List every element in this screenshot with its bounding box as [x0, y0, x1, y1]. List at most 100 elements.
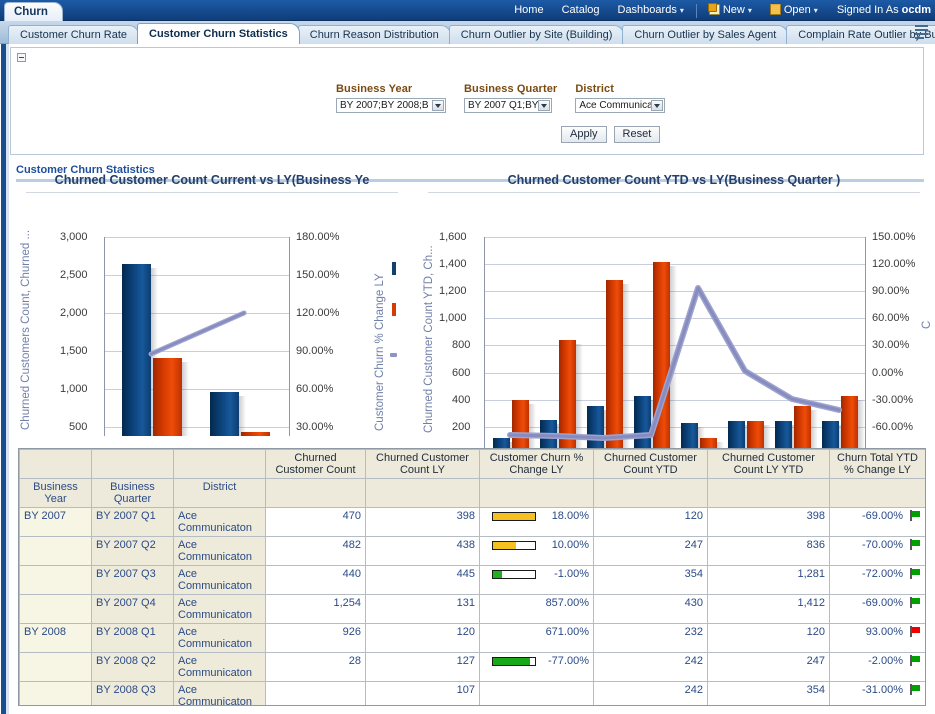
table-header-row-top: Churned Customer Count Churned Customer … [20, 450, 926, 479]
table-body: BY 2007BY 2007 Q1Ace Communicaton4703981… [20, 508, 926, 707]
cell-district[interactable]: Ace Communicaton [174, 682, 266, 707]
chevron-down-icon[interactable] [538, 100, 550, 111]
signed-in-user[interactable]: ocdm [902, 4, 931, 16]
cell-district[interactable]: Ace Communicaton [174, 624, 266, 653]
cell-business-year[interactable] [20, 653, 92, 682]
cell-customer-churn-pct-change-ly: 857.00% [480, 595, 594, 624]
cell-churned-customer-count: 440 [266, 566, 366, 595]
th-business-year[interactable]: Business Year [20, 479, 92, 508]
chart-right-y2-axis-title: C [921, 311, 933, 329]
th-churned-customer-count-ly-ytd[interactable]: Churned Customer Count LY YTD [708, 450, 830, 479]
y2-tick: 120.00% [296, 307, 339, 319]
cell-business-quarter[interactable]: BY 2008 Q2 [92, 653, 174, 682]
app-title-tab[interactable]: Churn [4, 2, 63, 21]
cell-district[interactable]: Ace Communicaton [174, 508, 266, 537]
table-row[interactable]: BY 2007 Q4Ace Communicaton1,254131857.00… [20, 595, 926, 624]
y-tick: 1,200 [439, 285, 467, 297]
nav-home[interactable]: Home [505, 0, 552, 21]
cell-business-year[interactable]: BY 2007 [20, 508, 92, 537]
nav-open[interactable]: Open▾ [761, 0, 827, 21]
filter-controls: Business Year BY 2007;BY 2008;B Business… [336, 83, 665, 113]
y2-tick: 150.00% [296, 269, 339, 281]
cell-business-year[interactable]: BY 2008 [20, 624, 92, 653]
cell-churned-customer-count-ly-ytd: 1,281 [708, 566, 830, 595]
dashboard-tab-strip: Customer Churn Rate Customer Churn Stati… [0, 21, 935, 44]
cell-business-year[interactable] [20, 682, 92, 707]
tab-churn-outlier-by-sales-agent[interactable]: Churn Outlier by Sales Agent [622, 25, 788, 44]
th-churned-customer-count-ly[interactable]: Churned Customer Count LY [366, 450, 480, 479]
cell-churned-customer-count-ytd: 120 [594, 508, 708, 537]
cell-churned-customer-count-ly: 131 [366, 595, 480, 624]
district-select[interactable]: Ace Communica [575, 98, 665, 113]
y-tick: 2,000 [60, 307, 88, 319]
tab-churn-reason-distribution[interactable]: Churn Reason Distribution [298, 25, 451, 44]
table-row[interactable]: BY 2008 Q3Ace Communicaton107242354-31.0… [20, 682, 926, 707]
churn-change-bar-indicator [492, 512, 536, 521]
cell-business-quarter[interactable]: BY 2008 Q3 [92, 682, 174, 707]
table-row[interactable]: BY 2007BY 2007 Q1Ace Communicaton4703981… [20, 508, 926, 537]
y2-tick: 0.00% [872, 367, 903, 379]
cell-business-year[interactable] [20, 595, 92, 624]
nav-catalog[interactable]: Catalog [553, 0, 609, 21]
cell-business-quarter[interactable]: BY 2007 Q2 [92, 537, 174, 566]
tab-complain-rate-outlier-by-business[interactable]: Complain Rate Outlier by Business» [786, 25, 935, 44]
y-tick: 1,000 [60, 383, 88, 395]
cell-business-quarter[interactable]: BY 2007 Q4 [92, 595, 174, 624]
cell-customer-churn-pct-change-ly: -77.00% [480, 653, 594, 682]
cell-business-quarter[interactable]: BY 2007 Q3 [92, 566, 174, 595]
cell-churned-customer-count-ly: 398 [366, 508, 480, 537]
flag-green-icon [910, 684, 921, 695]
tab-churn-outlier-by-site[interactable]: Churn Outlier by Site (Building) [449, 25, 625, 44]
cell-district[interactable]: Ace Communicaton [174, 566, 266, 595]
y-tick: 3,000 [60, 231, 88, 243]
apply-button[interactable]: Apply [561, 126, 607, 143]
tab-customer-churn-rate[interactable]: Customer Churn Rate [8, 25, 139, 44]
cell-churned-customer-count-ly-ytd: 354 [708, 682, 830, 707]
th-churn-total-ytd-pct-change-ly[interactable]: Churn Total YTD % Change LY [830, 450, 926, 479]
cell-churned-customer-count-ly: 107 [366, 682, 480, 707]
th-customer-churn-pct-change-ly[interactable]: Customer Churn % Change LY [480, 450, 594, 479]
chart-right-plot: Churned Customer Count YTD, Ch... C 1,60… [414, 193, 934, 436]
cell-churned-customer-count-ytd: 430 [594, 595, 708, 624]
table-row[interactable]: BY 2008 Q2Ace Communicaton28127-77.00%24… [20, 653, 926, 682]
global-nav: Home Catalog Dashboards▾ New▾ Open▾ Sign… [505, 0, 931, 21]
chevron-down-icon[interactable] [432, 100, 444, 111]
cell-district[interactable]: Ace Communicaton [174, 537, 266, 566]
churn-change-bar-indicator [492, 570, 536, 579]
th-blank-1 [20, 450, 92, 479]
chart-right-title: Churned Customer Count YTD vs LY(Busines… [414, 165, 934, 187]
churn-statistics-table[interactable]: Churned Customer Count Churned Customer … [18, 448, 926, 706]
cell-business-year[interactable] [20, 566, 92, 595]
business-year-select[interactable]: BY 2007;BY 2008;B [336, 98, 446, 113]
y2-tick: 30.00% [872, 339, 909, 351]
chart-left-y-axis-title: Churned Customers Count, Churned ... [20, 215, 32, 430]
cell-district[interactable]: Ace Communicaton [174, 595, 266, 624]
cell-churned-customer-count-ly-ytd: 247 [708, 653, 830, 682]
th-churned-customer-count-ytd[interactable]: Churned Customer Count YTD [594, 450, 708, 479]
nav-dashboards-label: Dashboards [618, 4, 677, 16]
business-quarter-select[interactable]: BY 2007 Q1;BY [464, 98, 552, 113]
th-district[interactable]: District [174, 479, 266, 508]
cell-district[interactable]: Ace Communicaton [174, 653, 266, 682]
table-row[interactable]: BY 2008BY 2008 Q1Ace Communicaton9261206… [20, 624, 926, 653]
th-business-quarter[interactable]: Business Quarter [92, 479, 174, 508]
cell-churned-customer-count: 482 [266, 537, 366, 566]
y-tick: 400 [452, 394, 470, 406]
nav-new[interactable]: New▾ [700, 0, 761, 21]
cell-business-quarter[interactable]: BY 2008 Q1 [92, 624, 174, 653]
cell-business-quarter[interactable]: BY 2007 Q1 [92, 508, 174, 537]
reset-button[interactable]: Reset [614, 126, 661, 143]
tab-customer-churn-statistics[interactable]: Customer Churn Statistics [137, 23, 300, 44]
y2-tick: 90.00% [296, 345, 333, 357]
business-year-value: BY 2007;BY 2008;B [340, 100, 429, 111]
cell-business-year[interactable] [20, 537, 92, 566]
flag-green-icon [910, 539, 921, 550]
th-churned-customer-count[interactable]: Churned Customer Count [266, 450, 366, 479]
chevron-down-icon[interactable] [651, 100, 663, 111]
cell-churned-customer-count: 926 [266, 624, 366, 653]
collapse-icon[interactable] [17, 53, 26, 62]
page-options-icon[interactable] [915, 25, 930, 40]
table-row[interactable]: BY 2007 Q2Ace Communicaton48243810.00%24… [20, 537, 926, 566]
nav-dashboards[interactable]: Dashboards▾ [609, 0, 693, 21]
table-row[interactable]: BY 2007 Q3Ace Communicaton440445-1.00%35… [20, 566, 926, 595]
